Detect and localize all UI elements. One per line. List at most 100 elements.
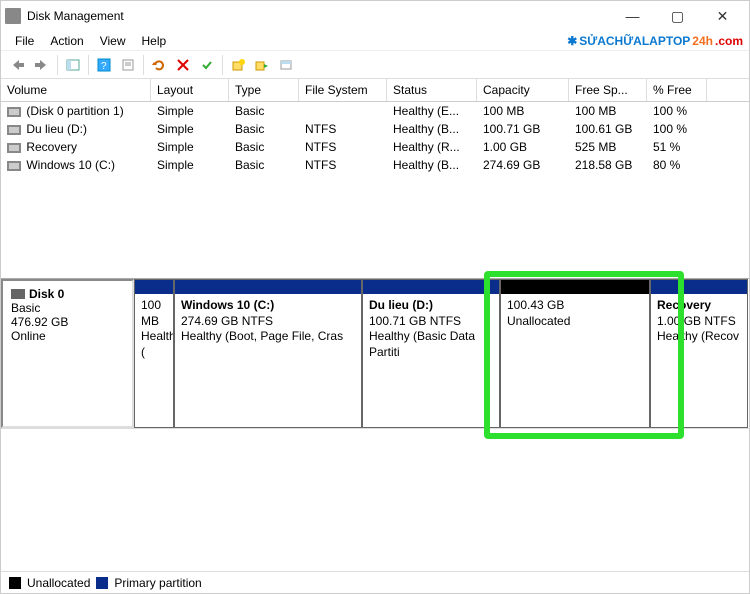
partition-detail: Healthy ( bbox=[141, 329, 167, 360]
partition-header-blue bbox=[363, 280, 499, 294]
col-status[interactable]: Status bbox=[387, 79, 477, 101]
partition-detail: Healthy (Recov bbox=[657, 329, 741, 345]
cell-volume: (Disk 0 partition 1) bbox=[1, 103, 151, 119]
disk-capacity: 476.92 GB bbox=[11, 315, 124, 329]
table-body: (Disk 0 partition 1)SimpleBasicHealthy (… bbox=[1, 102, 749, 174]
col-capacity[interactable]: Capacity bbox=[477, 79, 569, 101]
cell-layout: Simple bbox=[151, 121, 229, 137]
partition-detail: Unallocated bbox=[507, 314, 643, 330]
menu-file[interactable]: File bbox=[7, 34, 42, 48]
cell-layout: Simple bbox=[151, 157, 229, 173]
cell-capacity: 1.00 GB bbox=[477, 139, 569, 155]
console-tree-button[interactable] bbox=[62, 54, 84, 76]
watermark-text-2: 24h bbox=[692, 34, 713, 48]
partition-size: 1.00 GB NTFS bbox=[657, 314, 741, 330]
partition-size: 100.43 GB bbox=[507, 298, 643, 314]
settings-button[interactable] bbox=[275, 54, 297, 76]
cell-fs: NTFS bbox=[299, 157, 387, 173]
minimize-button[interactable]: — bbox=[610, 2, 655, 30]
col-filesystem[interactable]: File System bbox=[299, 79, 387, 101]
disk-info-panel[interactable]: Disk 0 Basic 476.92 GB Online bbox=[1, 279, 134, 428]
cell-capacity: 274.69 GB bbox=[477, 157, 569, 173]
delete-button[interactable] bbox=[172, 54, 194, 76]
toolbar: ? bbox=[1, 51, 749, 79]
cell-fs: NTFS bbox=[299, 121, 387, 137]
app-icon bbox=[5, 8, 21, 24]
disk-status: Online bbox=[11, 329, 124, 343]
partition-block[interactable]: 100.43 GBUnallocated bbox=[500, 279, 650, 428]
partition-block[interactable]: Windows 10 (C:)274.69 GB NTFSHealthy (Bo… bbox=[174, 279, 362, 428]
partition-title: Du lieu (D:) bbox=[369, 298, 493, 314]
watermark-text-3: .com bbox=[715, 34, 743, 48]
help-button[interactable]: ? bbox=[93, 54, 115, 76]
new-volume-button[interactable] bbox=[227, 54, 249, 76]
gear-icon: ✱ bbox=[567, 34, 577, 48]
back-button[interactable] bbox=[7, 54, 29, 76]
table-row[interactable]: RecoverySimpleBasicNTFSHealthy (R...1.00… bbox=[1, 138, 749, 156]
cell-pct: 80 % bbox=[647, 157, 707, 173]
legend-unallocated-label: Unallocated bbox=[27, 576, 90, 590]
table-row[interactable]: Windows 10 (C:)SimpleBasicNTFSHealthy (B… bbox=[1, 156, 749, 174]
table-row[interactable]: (Disk 0 partition 1)SimpleBasicHealthy (… bbox=[1, 102, 749, 120]
partition-header-blue bbox=[175, 280, 361, 294]
volume-icon bbox=[7, 143, 21, 153]
legend-unallocated-swatch bbox=[9, 577, 21, 589]
titlebar: Disk Management — ▢ ✕ bbox=[1, 1, 749, 31]
partition-title: Windows 10 (C:) bbox=[181, 298, 355, 314]
partition-block[interactable]: 100 MBHealthy ( bbox=[134, 279, 174, 428]
col-type[interactable]: Type bbox=[229, 79, 299, 101]
partition-block[interactable]: Du lieu (D:)100.71 GB NTFSHealthy (Basic… bbox=[362, 279, 500, 428]
legend-primary-label: Primary partition bbox=[114, 576, 201, 590]
menu-action[interactable]: Action bbox=[42, 34, 91, 48]
cell-capacity: 100.71 GB bbox=[477, 121, 569, 137]
window-title: Disk Management bbox=[27, 9, 610, 23]
partition-detail: Healthy (Boot, Page File, Cras bbox=[181, 329, 355, 345]
col-layout[interactable]: Layout bbox=[151, 79, 229, 101]
checkmark-button[interactable] bbox=[196, 54, 218, 76]
partition-size: 100.71 GB NTFS bbox=[369, 314, 493, 330]
cell-fs: NTFS bbox=[299, 139, 387, 155]
cell-status: Healthy (R... bbox=[387, 139, 477, 155]
cell-pct: 100 % bbox=[647, 121, 707, 137]
cell-volume: Du lieu (D:) bbox=[1, 121, 151, 137]
cell-free: 100.61 GB bbox=[569, 121, 647, 137]
cell-type: Basic bbox=[229, 157, 299, 173]
col-pctfree[interactable]: % Free bbox=[647, 79, 707, 101]
refresh-button[interactable] bbox=[148, 54, 170, 76]
partition-size: 100 MB bbox=[141, 298, 167, 329]
cell-fs bbox=[299, 110, 387, 112]
col-volume[interactable]: Volume bbox=[1, 79, 151, 101]
partition-block[interactable]: Recovery1.00 GB NTFSHealthy (Recov bbox=[650, 279, 748, 428]
cell-type: Basic bbox=[229, 121, 299, 137]
cell-free: 100 MB bbox=[569, 103, 647, 119]
table-row[interactable]: Du lieu (D:)SimpleBasicNTFSHealthy (B...… bbox=[1, 120, 749, 138]
menu-help[interactable]: Help bbox=[134, 34, 175, 48]
partition-detail: Healthy (Basic Data Partiti bbox=[369, 329, 493, 360]
partition-size: 274.69 GB NTFS bbox=[181, 314, 355, 330]
watermark: ✱ SỬACHỮALAPTOP24h.com bbox=[567, 34, 743, 48]
menu-view[interactable]: View bbox=[92, 34, 134, 48]
legend: Unallocated Primary partition bbox=[1, 571, 749, 593]
volume-icon bbox=[7, 161, 21, 171]
col-freespace[interactable]: Free Sp... bbox=[569, 79, 647, 101]
watermark-text-1: SỬACHỮALAPTOP bbox=[579, 34, 690, 48]
partition-header-black bbox=[501, 280, 649, 294]
cell-free: 525 MB bbox=[569, 139, 647, 155]
partition-header-blue bbox=[651, 280, 747, 294]
lower-spacer bbox=[1, 429, 749, 571]
cell-pct: 51 % bbox=[647, 139, 707, 155]
forward-button[interactable] bbox=[31, 54, 53, 76]
svg-text:?: ? bbox=[101, 61, 107, 72]
cell-type: Basic bbox=[229, 139, 299, 155]
disk-name: Disk 0 bbox=[29, 287, 64, 301]
properties-button[interactable] bbox=[117, 54, 139, 76]
cell-status: Healthy (E... bbox=[387, 103, 477, 119]
partition-strip: 100 MBHealthy (Windows 10 (C:)274.69 GB … bbox=[134, 279, 749, 428]
volume-icon bbox=[7, 125, 21, 135]
extend-button[interactable] bbox=[251, 54, 273, 76]
partition-header-blue bbox=[135, 280, 173, 294]
maximize-button[interactable]: ▢ bbox=[655, 2, 700, 30]
close-button[interactable]: ✕ bbox=[700, 2, 745, 30]
cell-status: Healthy (B... bbox=[387, 121, 477, 137]
cell-capacity: 100 MB bbox=[477, 103, 569, 119]
